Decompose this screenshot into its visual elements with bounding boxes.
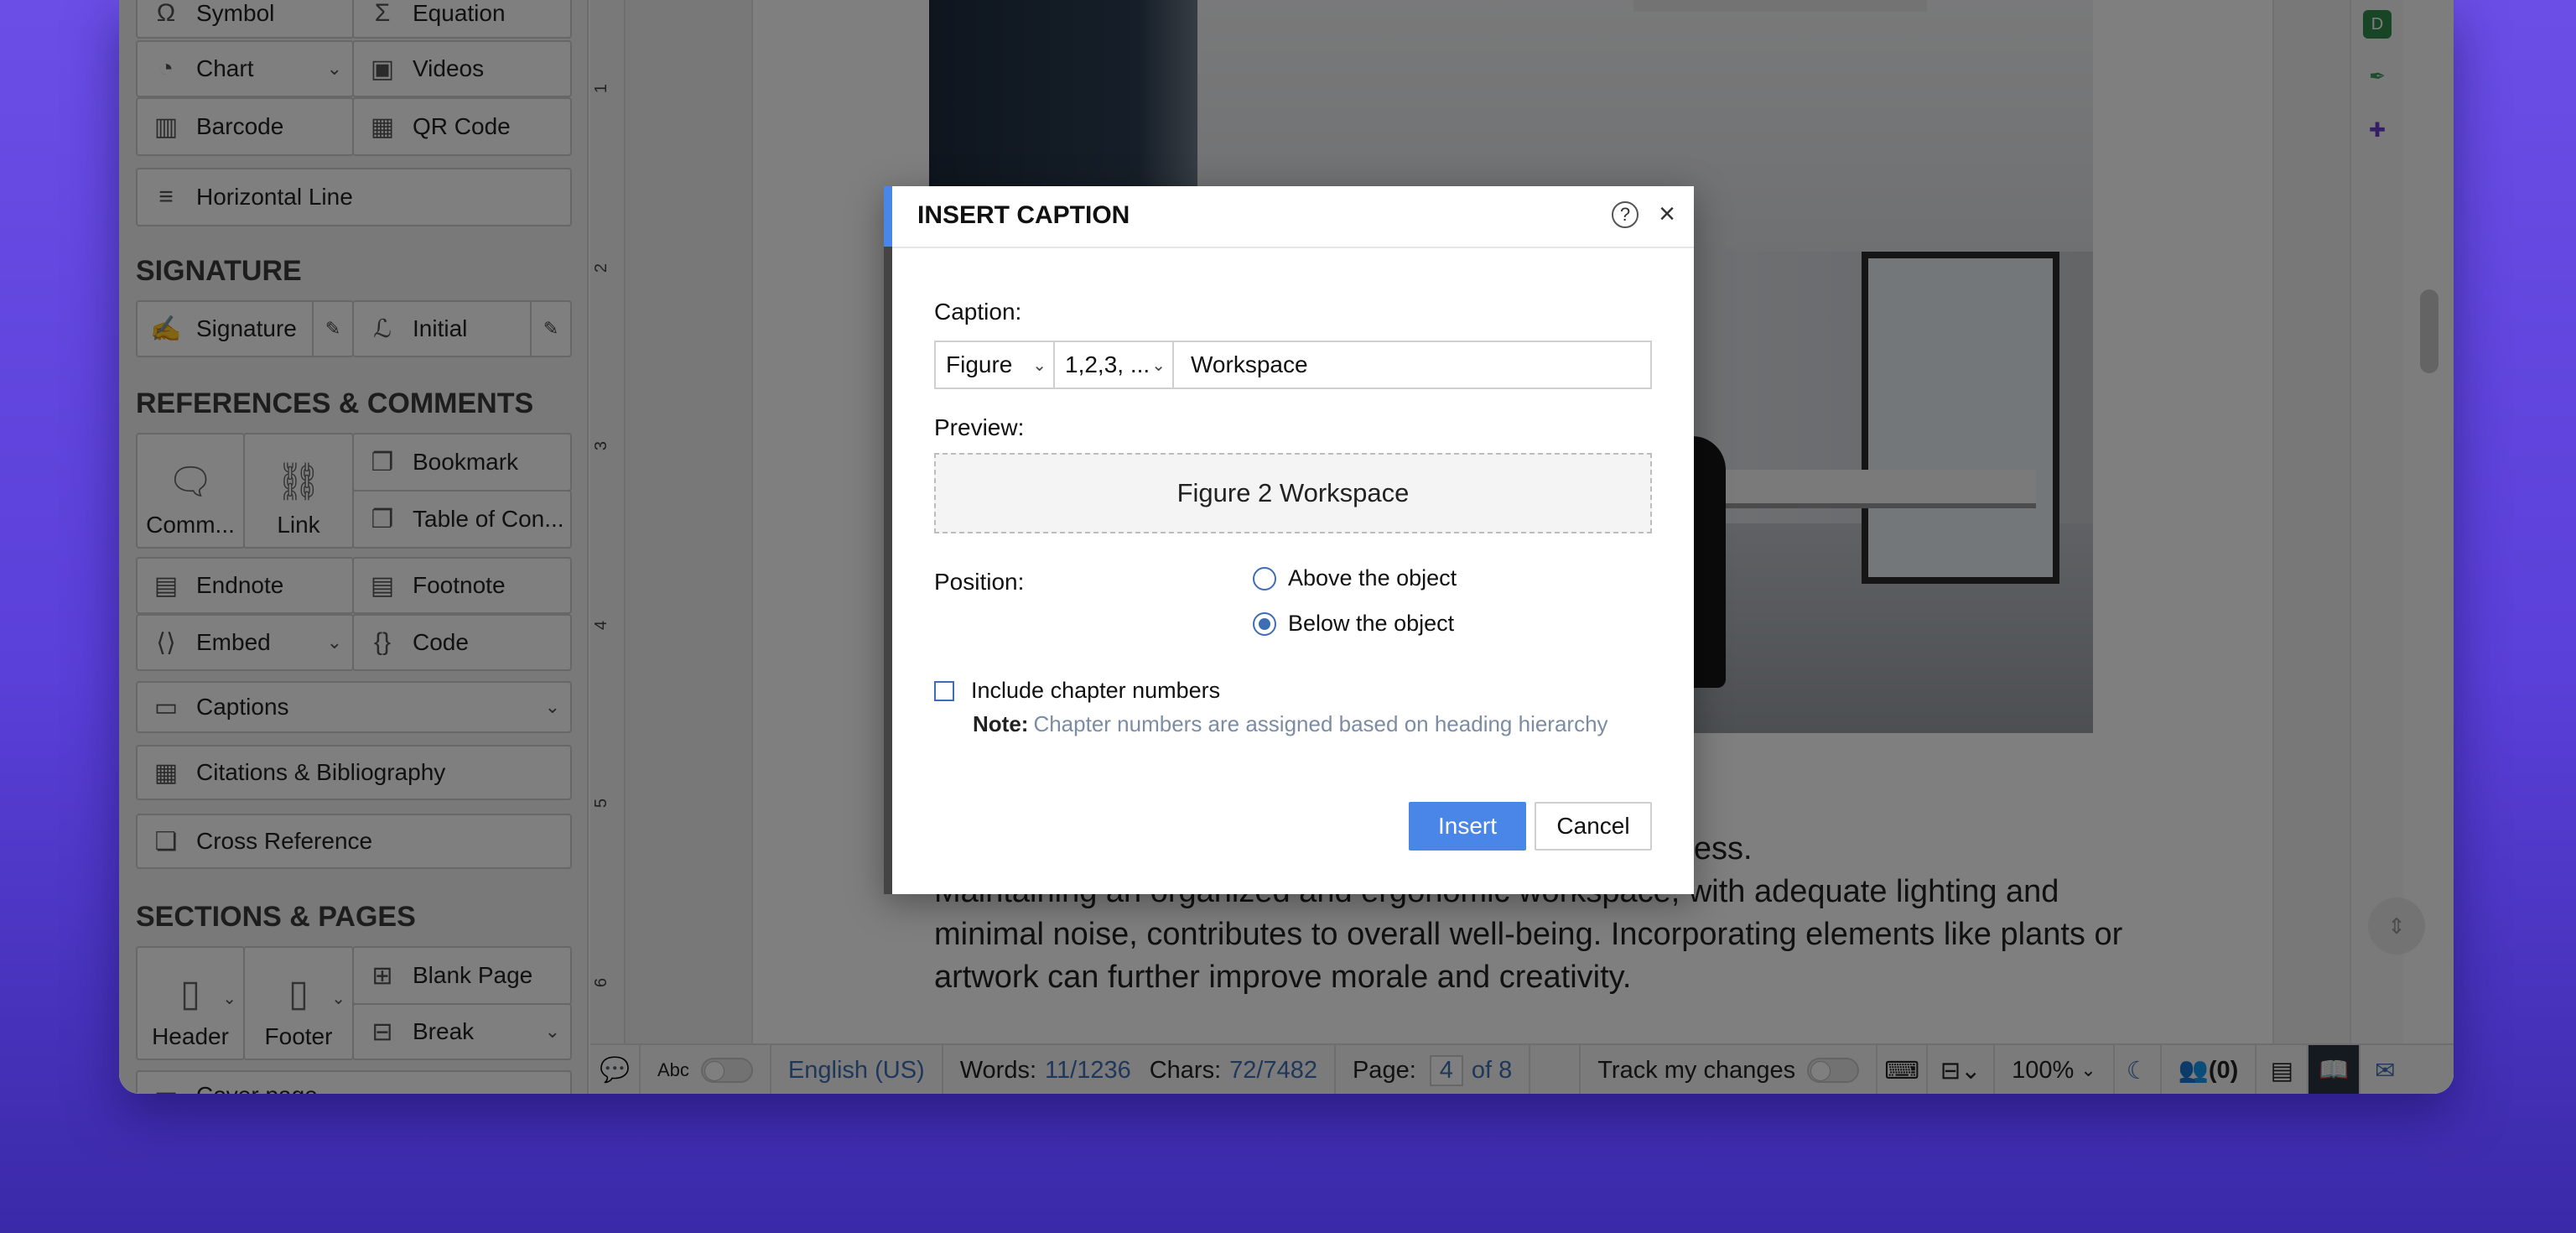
checkbox[interactable] <box>934 680 954 701</box>
caption-label: Caption: <box>934 299 1022 325</box>
caption-text-input[interactable]: Workspace <box>1172 341 1652 389</box>
chevron-down-icon: ⌄ <box>1032 356 1046 375</box>
caption-label-select[interactable]: Figure ⌄ <box>934 341 1055 389</box>
radio-below[interactable] <box>1253 611 1276 636</box>
chevron-down-icon: ⌄ <box>1151 356 1166 375</box>
preview-label: Preview: <box>934 414 1025 440</box>
close-icon[interactable]: × <box>1659 198 1675 231</box>
insert-caption-dialog: INSERT CAPTION ? × Caption: Figure ⌄ 1,2,… <box>884 186 1694 894</box>
chapter-note: Note: Chapter numbers are assigned based … <box>973 711 1608 736</box>
position-above-radio[interactable]: Above the object <box>1253 565 1457 591</box>
dialog-header: INSERT CAPTION ? × <box>884 186 1694 248</box>
position-below-radio[interactable]: Below the object <box>1253 611 1454 637</box>
insert-button[interactable]: Insert <box>1409 802 1526 851</box>
include-chapter-checkbox[interactable]: Include chapter numbers <box>934 678 1220 704</box>
numbering-select[interactable]: 1,2,3, ... ⌄ <box>1053 341 1174 389</box>
cancel-button[interactable]: Cancel <box>1535 802 1652 851</box>
radio-above[interactable] <box>1253 566 1276 590</box>
position-label: Position: <box>934 569 1025 595</box>
caption-preview: Figure 2 Workspace <box>934 453 1652 533</box>
dialog-title: INSERT CAPTION <box>917 201 1130 229</box>
help-icon[interactable]: ? <box>1612 201 1639 228</box>
